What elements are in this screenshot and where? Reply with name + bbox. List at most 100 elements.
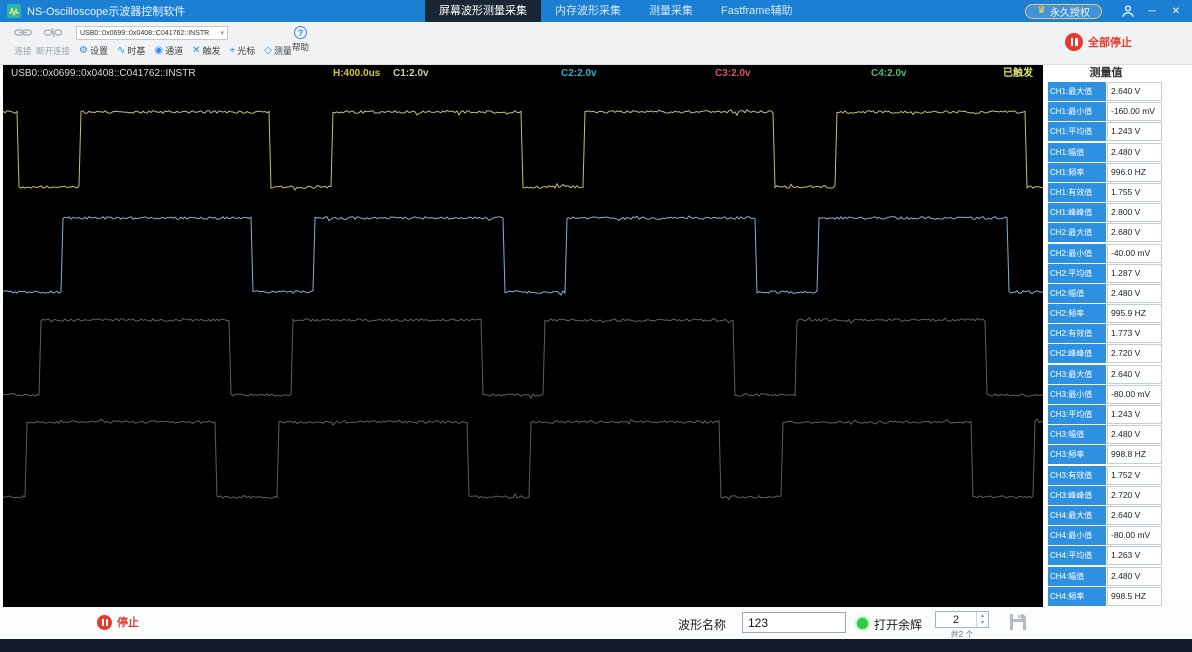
tab-3[interactable]: 测量采集 (635, 0, 707, 22)
persistence-label: 打开余辉 (874, 618, 923, 632)
pause-icon (1065, 33, 1083, 51)
gear-icon: ⚙ (79, 44, 88, 56)
measurement-value: 1.263 V (1107, 546, 1162, 566)
measurement-row: CH3:幅值 2.480 V (1048, 425, 1164, 445)
scope-header: USB0::0x0699::0x0408::C041762::INSTR H:4… (3, 65, 1043, 82)
measurement-value: 998.5 HZ (1107, 586, 1162, 606)
main-tabs: 屏幕波形测量采集 内存波形采集 测量采集 Fastframe辅助 (425, 0, 807, 22)
measurement-value: -80.00 mV (1107, 384, 1162, 404)
measurement-value: -80.00 mV (1107, 526, 1162, 546)
measurement-row: CH4:最小值 -80.00 mV (1048, 526, 1164, 546)
measurement-row: CH2:最大值 2.680 V (1048, 223, 1164, 243)
app-logo-icon (7, 4, 21, 18)
link-icon (14, 26, 32, 44)
measure-button-测量[interactable]: ◇ 测量 (261, 43, 295, 58)
measurement-row: CH2:幅值 2.480 V (1048, 283, 1164, 303)
channel-3-scale-label: C3:2.0v (715, 68, 751, 79)
close-button[interactable]: ✕ (1164, 0, 1188, 22)
spinner-box[interactable]: 2 ▴ ▾ (935, 611, 989, 628)
measurement-row: CH2:峰峰值 2.720 V (1048, 344, 1164, 364)
measurement-panel: 测量值 CH1:最大值 2.640 V CH1:最小值 -160.00 mV CH1:平… (1048, 65, 1164, 612)
waveform-ch3 (3, 316, 1043, 400)
measure-diamond-icon: ◇ (264, 44, 272, 56)
help-label: 帮助 (292, 42, 310, 52)
measurement-value: 2.680 V (1107, 223, 1162, 243)
spinner-arrows-icon[interactable]: ▴ ▾ (976, 612, 988, 627)
measurement-value: -40.00 mV (1107, 243, 1162, 263)
tab-2[interactable]: 内存波形采集 (541, 0, 635, 22)
minimize-button[interactable]: ─ (1140, 0, 1164, 22)
measurement-label: CH4:频率 (1048, 586, 1106, 606)
channel-4-scale-label: C4:2.0v (871, 68, 907, 79)
measurement-label: CH4:平均值 (1048, 546, 1106, 566)
measurement-value: 2.720 V (1107, 344, 1162, 364)
measurement-label: CH2:频率 (1048, 304, 1106, 324)
stop-all-button[interactable]: 全部停止 (1065, 33, 1132, 51)
button-label: 通道 (165, 46, 184, 56)
stop-all-label: 全部停止 (1088, 37, 1132, 49)
measurement-row: CH1:幅值 2.480 V (1048, 142, 1164, 162)
measurement-label: CH3:有效值 (1048, 465, 1106, 485)
disconnect-button[interactable]: 断开连接 (36, 26, 70, 57)
channel-button-通道[interactable]: ◉ 通道 (151, 43, 186, 58)
measurement-row: CH3:平均值 1.243 V (1048, 405, 1164, 424)
measurement-row: CH1:最大值 2.640 V (1048, 82, 1164, 101)
button-label: 时基 (127, 46, 146, 56)
footer-bar: 停止 波形名称 打开余辉 2 ▴▾ 共2 个 (0, 607, 1192, 639)
channel-2-scale-label: C2:2.0v (561, 68, 597, 79)
measurement-label: CH1:峰峰值 (1048, 203, 1106, 223)
measurement-label: CH4:幅值 (1048, 566, 1106, 586)
measurement-value: 2.640 V (1107, 82, 1162, 101)
waveform-count-spinner[interactable]: 2 ▴ ▾ 共2 个 (935, 611, 989, 640)
measurement-row: CH3:有效值 1.752 V (1048, 465, 1164, 485)
timebase-button-时基[interactable]: ∿ 时基 (114, 43, 148, 58)
user-account-icon[interactable] (1116, 0, 1140, 22)
disconnect-label: 断开连接 (36, 46, 71, 56)
waveform-name-input[interactable] (742, 612, 846, 633)
measurement-label: CH2:有效值 (1048, 324, 1106, 344)
measurement-value: 1.755 V (1107, 182, 1162, 202)
measurement-label: CH2:最大值 (1048, 223, 1106, 243)
measurement-value: -160.00 mV (1107, 102, 1162, 122)
measurement-row: CH2:平均值 1.287 V (1048, 263, 1164, 283)
device-group: USB0::0x0699::0x0408::C041762::INSTR ▾ ⚙… (76, 26, 295, 58)
measurement-row: CH1:频率 996.0 HZ (1048, 162, 1164, 182)
measurement-value: 1.243 V (1107, 405, 1162, 424)
measurement-label: CH3:平均值 (1048, 405, 1106, 424)
measurement-row: CH1:峰峰值 2.800 V (1048, 203, 1164, 223)
help-icon: ? (294, 26, 307, 39)
app-title: NS-Oscilloscope示波器控制软件 (27, 6, 186, 18)
tab-1[interactable]: 屏幕波形测量采集 (425, 0, 541, 22)
tab-4[interactable]: Fastframe辅助 (707, 0, 807, 22)
license-badge[interactable]: ♛ 永久授权 (1025, 3, 1102, 19)
device-address: USB0::0x0699::0x0408::C041762::INSTR (80, 29, 210, 37)
measurement-label: CH3:最小值 (1048, 384, 1106, 404)
measurement-value: 2.800 V (1107, 203, 1162, 223)
bottom-strip (0, 639, 1192, 652)
save-icon[interactable] (1008, 613, 1028, 631)
measurement-label: CH1:频率 (1048, 162, 1106, 182)
persistence-indicator-icon[interactable] (857, 618, 868, 629)
measurement-row: CH2:最小值 -40.00 mV (1048, 243, 1164, 263)
measurement-value: 2.720 V (1107, 485, 1162, 505)
stop-button[interactable]: 停止 (97, 614, 139, 630)
measurement-row: CH4:频率 998.5 HZ (1048, 586, 1164, 606)
measurement-label: CH3:峰峰值 (1048, 485, 1106, 505)
app-window: NS-Oscilloscope示波器控制软件 屏幕波形测量采集 内存波形采集 测量采… (0, 0, 1192, 652)
measurement-row: CH1:最小值 -160.00 mV (1048, 102, 1164, 122)
measurement-label: CH4:最小值 (1048, 526, 1106, 546)
connect-button[interactable]: 连接 (6, 26, 40, 57)
measurement-row: CH3:最大值 2.640 V (1048, 364, 1164, 384)
trigger-button-触发[interactable]: ✕ 触发 (189, 43, 223, 58)
cursor-button-光标[interactable]: ⌖ 光标 (227, 43, 259, 58)
measurement-row: CH4:最大值 2.640 V (1048, 505, 1164, 525)
timebase-wave-icon: ∿ (116, 44, 126, 56)
help-button[interactable]: ? 帮助 (292, 26, 309, 53)
measurement-value: 2.640 V (1107, 505, 1162, 525)
broken-link-icon (43, 26, 63, 44)
measurement-label: CH2:幅值 (1048, 283, 1106, 303)
gear-button-设置[interactable]: ⚙ 设置 (76, 43, 111, 58)
device-select[interactable]: USB0::0x0699::0x0408::C041762::INSTR ▾ (76, 26, 228, 40)
measurement-value: 2.480 V (1107, 142, 1162, 162)
measurement-label: CH3:频率 (1048, 445, 1106, 465)
